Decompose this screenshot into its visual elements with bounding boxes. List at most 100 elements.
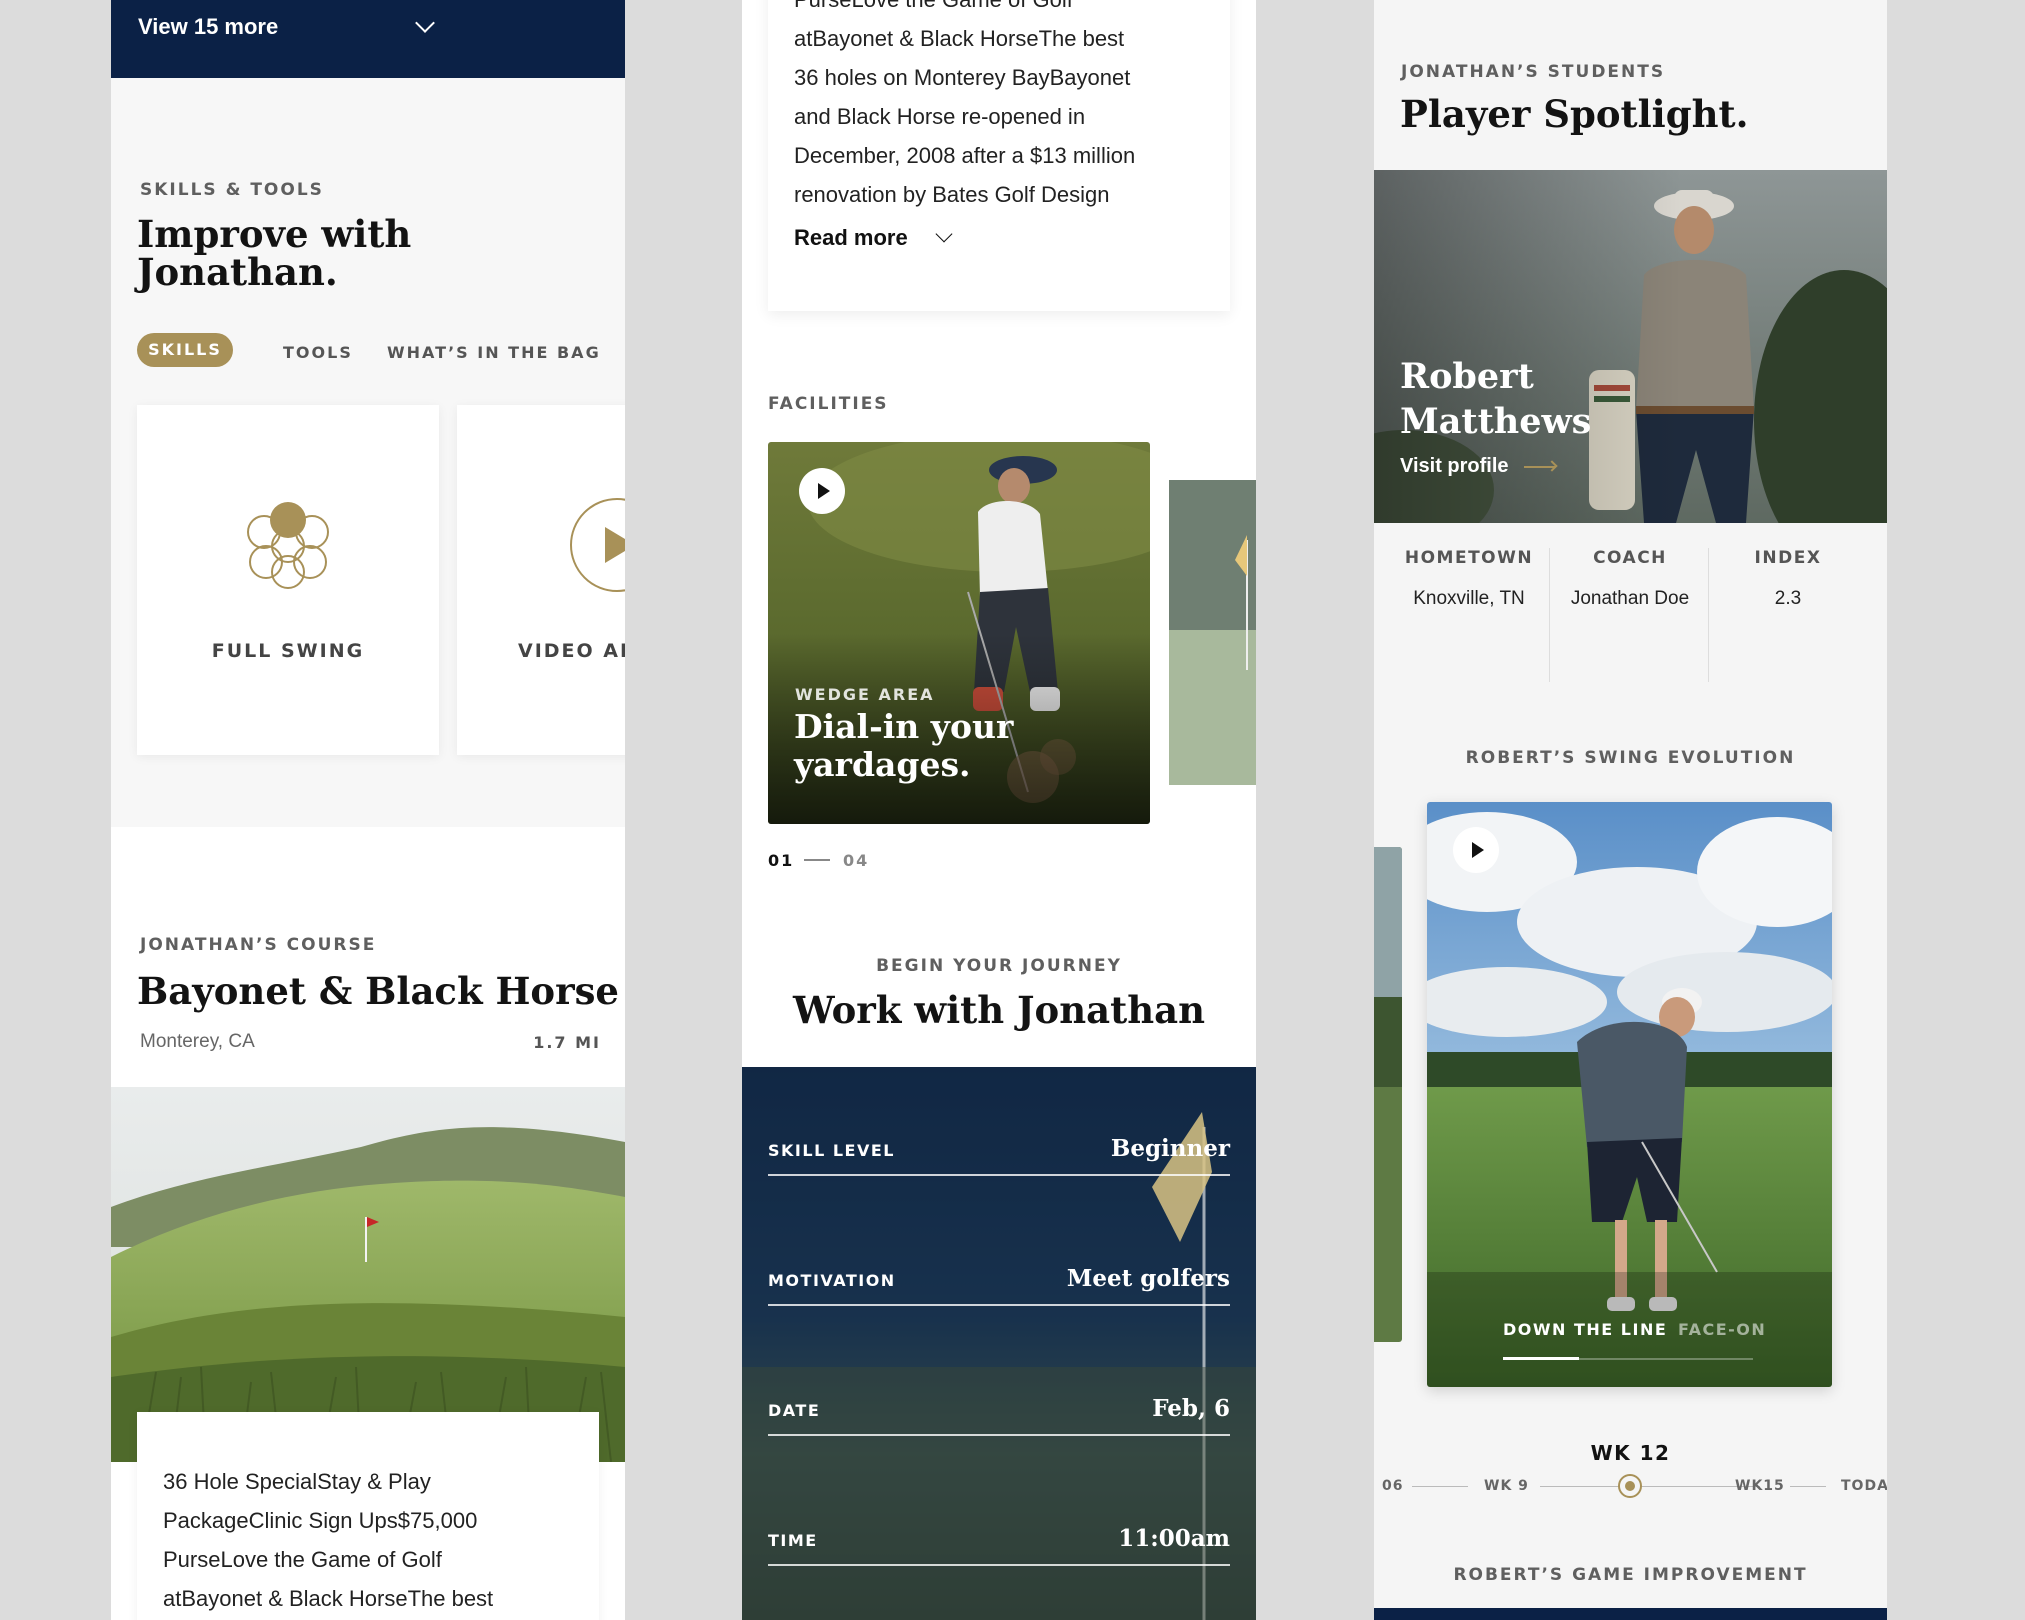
view-more-button[interactable]: View 15 more xyxy=(111,0,625,78)
field-label: SKILL LEVEL xyxy=(768,1141,895,1160)
stat-divider xyxy=(1708,548,1709,682)
view-more-label: View 15 more xyxy=(138,14,279,39)
chevron-down-icon xyxy=(415,13,435,33)
motivation-field[interactable]: MOTIVATION Meet golfers xyxy=(768,1265,1230,1306)
video-play-icon xyxy=(570,498,625,592)
facilities-column: PurseLove the Game of Golf atBayonet & B… xyxy=(742,0,1256,1620)
date-field[interactable]: DATE Feb, 6 xyxy=(768,1395,1230,1436)
students-eyebrow: JONATHAN’S STUDENTS xyxy=(1401,62,1666,82)
about-line: 36 holes on Monterey BayBayonet xyxy=(794,65,1131,90)
pager-divider xyxy=(804,859,830,861)
skill-card-label: FULL SWING xyxy=(211,640,365,662)
about-text: PurseLove the Game of Golf atBayonet & B… xyxy=(794,0,1194,214)
promo-line: atBayonet & Black HorseThe best xyxy=(163,1586,494,1611)
stat-label: COACH xyxy=(1593,548,1667,568)
pager-current: 01 xyxy=(768,851,795,870)
player-name-line-2: Matthews xyxy=(1400,401,1592,442)
facility-card-wedge-area[interactable]: WEDGE AREA Dial-in your yardages. xyxy=(768,442,1150,824)
timeline-label[interactable]: WK15 xyxy=(1735,1478,1785,1494)
facilities-eyebrow: FACILITIES xyxy=(768,394,889,414)
field-label: DATE xyxy=(768,1401,821,1420)
facility-eyebrow: WEDGE AREA xyxy=(795,685,935,704)
swing-card-previous[interactable] xyxy=(1374,847,1402,1342)
promo-line: PurseLove the Game of Golf xyxy=(163,1547,442,1572)
about-line: PurseLove the Game of Golf xyxy=(794,0,1194,19)
tab-whats-in-the-bag[interactable]: WHAT’S IN THE BAG xyxy=(387,343,601,362)
timeline-label[interactable]: WK 9 xyxy=(1484,1478,1529,1494)
timeline-handle-dot xyxy=(1625,1481,1635,1491)
game-improvement-eyebrow: ROBERT’S GAME IMPROVEMENT xyxy=(1453,1565,1808,1585)
skill-card-video-analysis[interactable]: VIDEO AN xyxy=(457,405,625,755)
skills-title-line-2: Jonathan. xyxy=(137,250,338,294)
tab-indicator xyxy=(1503,1357,1579,1360)
player-spotlight-card[interactable]: Robert Matthews Visit profile xyxy=(1374,170,1887,523)
skill-card-label: VIDEO AN xyxy=(518,640,625,662)
about-line: and Black Horse re-opened in xyxy=(794,104,1086,129)
skill-card-full-swing[interactable]: FULL SWING xyxy=(137,405,439,755)
stat-value: 2.3 xyxy=(1774,588,1802,609)
promo-line: PackageClinic Sign Ups$75,000 xyxy=(163,1508,478,1533)
students-column: JONATHAN’S STUDENTS Player Spotlight. Ro… xyxy=(1374,0,1887,1620)
swing-photo xyxy=(1427,802,1832,1387)
timeline-handle[interactable] xyxy=(1618,1474,1642,1498)
stat-label: HOMETOWN xyxy=(1404,548,1534,568)
facility-photo xyxy=(1169,480,1256,785)
spotlight-title: Player Spotlight. xyxy=(1400,92,1749,136)
visit-profile-link[interactable]: Visit profile xyxy=(1400,455,1558,478)
swing-evolution-eyebrow: ROBERT’S SWING EVOLUTION xyxy=(1465,748,1796,768)
about-line: renovation by Bates Golf Design xyxy=(794,182,1110,207)
field-label: TIME xyxy=(768,1531,818,1550)
skills-eyebrow: SKILLS & TOOLS xyxy=(140,180,324,200)
field-value: Feb, 6 xyxy=(1152,1395,1230,1422)
timeline-label[interactable]: TODAY xyxy=(1841,1478,1887,1494)
player-name: Robert Matthews xyxy=(1400,354,1591,444)
facility-card-next[interactable] xyxy=(1169,480,1256,785)
visit-profile-label: Visit profile xyxy=(1400,455,1509,477)
course-promo-card: 36 Hole SpecialStay & Play PackageClinic… xyxy=(137,1412,599,1620)
course-eyebrow: JONATHAN’S COURSE xyxy=(140,935,377,955)
facility-title-line-1: Dial-in your xyxy=(794,707,1014,746)
facility-title-line-2: yardages. xyxy=(794,745,971,784)
skills-title-line-1: Improve with xyxy=(137,212,412,256)
pager-total: 04 xyxy=(843,851,870,870)
skills-title: Improve with Jonathan. xyxy=(137,215,411,291)
tab-skills[interactable]: SKILLS xyxy=(137,333,233,367)
timeline-line xyxy=(1790,1486,1826,1487)
timeline-line xyxy=(1412,1486,1468,1487)
stat-divider xyxy=(1549,548,1550,682)
swing-video-card[interactable]: DOWN THE LINE FACE-ON xyxy=(1427,802,1832,1387)
full-swing-icon xyxy=(247,502,329,589)
stat-index: INDEX 2.3 xyxy=(1713,548,1863,610)
stat-label: INDEX xyxy=(1754,548,1822,568)
course-location: Monterey, CA xyxy=(140,1031,255,1052)
timeline-line xyxy=(1540,1486,1760,1487)
game-improvement-panel xyxy=(1374,1608,1887,1620)
stat-hometown: HOMETOWN Knoxville, TN xyxy=(1394,548,1544,610)
read-more-button[interactable]: Read more xyxy=(794,225,953,251)
field-value: Meet golfers xyxy=(1066,1265,1230,1292)
journey-eyebrow: BEGIN YOUR JOURNEY xyxy=(876,956,1122,976)
skill-level-field[interactable]: SKILL LEVEL Beginner xyxy=(768,1135,1230,1176)
booking-form: SKILL LEVEL Beginner MOTIVATION Meet gol… xyxy=(742,1067,1256,1620)
journey-title: Work with Jonathan xyxy=(793,988,1205,1032)
tab-tools[interactable]: TOOLS xyxy=(283,343,353,362)
course-distance: 1.7 MI xyxy=(533,1033,601,1052)
field-value: Beginner xyxy=(1110,1135,1230,1162)
timeline-label[interactable]: 06 xyxy=(1382,1478,1403,1494)
play-video-button[interactable] xyxy=(1453,827,1499,873)
field-label: MOTIVATION xyxy=(768,1271,896,1290)
timeline-current-week: WK 12 xyxy=(1590,1441,1671,1465)
play-video-button[interactable] xyxy=(799,468,845,514)
swing-photo xyxy=(1374,847,1402,1342)
promo-line: 36 Hole SpecialStay & Play xyxy=(163,1469,431,1494)
time-field[interactable]: TIME 11:00am xyxy=(768,1525,1230,1566)
stat-coach: COACH Jonathan Doe xyxy=(1555,548,1705,610)
about-line: December, 2008 after a $13 million xyxy=(794,143,1136,168)
stat-value: Knoxville, TN xyxy=(1413,588,1525,609)
about-line: atBayonet & Black HorseThe best xyxy=(794,26,1125,51)
facility-title: Dial-in your yardages. xyxy=(794,708,1013,784)
tab-down-the-line[interactable]: DOWN THE LINE xyxy=(1503,1320,1667,1339)
tab-face-on[interactable]: FACE-ON xyxy=(1678,1320,1766,1339)
stat-value: Jonathan Doe xyxy=(1570,588,1690,609)
course-photo xyxy=(111,1087,625,1462)
